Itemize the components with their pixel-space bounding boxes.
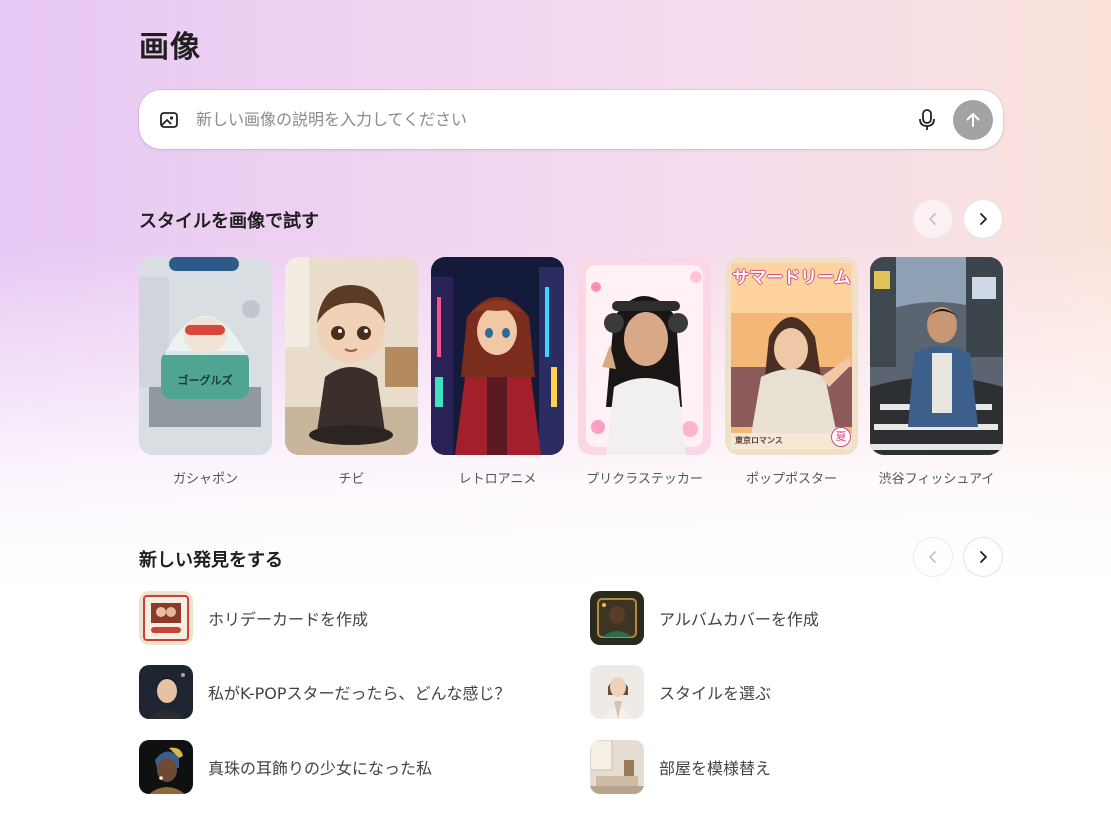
discover-thumb xyxy=(590,591,644,645)
discover-thumb xyxy=(590,665,644,719)
discover-label: スタイルを選ぶ xyxy=(659,684,772,703)
svg-text:ゴーグルズ: ゴーグルズ xyxy=(178,373,233,387)
discover-thumb xyxy=(139,665,193,719)
discover-item-album-cover[interactable]: アルバムカバーを作成 xyxy=(590,591,1010,645)
style-card-gashapon[interactable]: ゴーグルズ ガシャポン xyxy=(139,257,272,487)
discover-label: 私がK-POPスターだったら、どんな感じ？ xyxy=(208,684,511,703)
style-thumb xyxy=(578,257,711,455)
chevron-right-icon xyxy=(980,213,987,225)
style-card-retro-anime[interactable]: レトロアニメ xyxy=(431,257,564,487)
discover-label: ホリデーカードを作成 xyxy=(208,610,369,629)
discover-thumb xyxy=(590,740,644,794)
chevron-left-icon xyxy=(929,551,936,563)
style-label: ポップポスター xyxy=(745,472,837,487)
discover-label: 真珠の耳飾りの少女になった私 xyxy=(208,759,433,778)
style-card-purikura[interactable]: プリクラステッカー xyxy=(578,257,711,487)
send-button[interactable] xyxy=(953,100,993,140)
discover-label: 部屋を模様替え xyxy=(659,759,772,778)
arrow-up-icon xyxy=(966,113,980,127)
style-thumb xyxy=(431,257,564,455)
discover-section-title: 新しい発見をする xyxy=(139,550,283,571)
discover-thumb xyxy=(139,591,193,645)
poster-title: サマードリーム xyxy=(732,268,851,288)
style-label: 渋谷フィッシュアイ xyxy=(878,472,995,487)
discover-item-holiday-card[interactable]: ホリデーカードを作成 xyxy=(139,591,559,645)
mic-icon[interactable] xyxy=(916,108,938,132)
style-thumb xyxy=(285,257,418,455)
discover-item-room-makeover[interactable]: 部屋を模様替え xyxy=(590,740,1010,794)
prompt-input[interactable] xyxy=(196,102,896,136)
discover-prev-button[interactable] xyxy=(913,537,953,577)
prompt-bar xyxy=(139,90,1003,149)
style-label: レトロアニメ xyxy=(458,472,537,487)
discover-item-kpop-star[interactable]: 私がK-POPスターだったら、どんな感じ？ xyxy=(139,665,559,719)
chevron-left-icon xyxy=(929,213,936,225)
style-label: ガシャポン xyxy=(172,472,238,487)
styles-section-title: スタイルを画像で試す xyxy=(139,211,319,232)
image-icon[interactable] xyxy=(159,110,179,130)
style-card-chibi[interactable]: チビ xyxy=(285,257,418,487)
style-thumb: ゴーグルズ xyxy=(139,257,272,455)
styles-carousel: ゴーグルズ ガシャポン チビ レトロアニメ プリクラステッカー サマードリーム … xyxy=(139,257,1003,497)
discover-thumb xyxy=(139,740,193,794)
style-label: チビ xyxy=(338,472,365,487)
style-thumb: サマードリーム 東京ロマンス 夏 xyxy=(725,257,858,455)
page-title: 画像 xyxy=(139,30,201,65)
style-card-shibuya-fisheye[interactable]: 渋谷フィッシュアイ xyxy=(870,257,1003,487)
discover-item-pearl-earring[interactable]: 真珠の耳飾りの少女になった私 xyxy=(139,740,559,794)
chevron-right-icon xyxy=(980,551,987,563)
discover-next-button[interactable] xyxy=(963,537,1003,577)
poster-badge: 夏 xyxy=(831,427,851,447)
poster-caption: 東京ロマンス xyxy=(735,436,783,445)
discover-item-choose-style[interactable]: スタイルを選ぶ xyxy=(590,665,1010,719)
style-thumb xyxy=(870,257,1003,455)
discover-label: アルバムカバーを作成 xyxy=(659,610,819,629)
style-card-pop-poster[interactable]: サマードリーム 東京ロマンス 夏 ポップポスター xyxy=(725,257,858,487)
style-label: プリクラステッカー xyxy=(586,472,703,487)
styles-next-button[interactable] xyxy=(963,199,1003,239)
styles-prev-button[interactable] xyxy=(913,199,953,239)
